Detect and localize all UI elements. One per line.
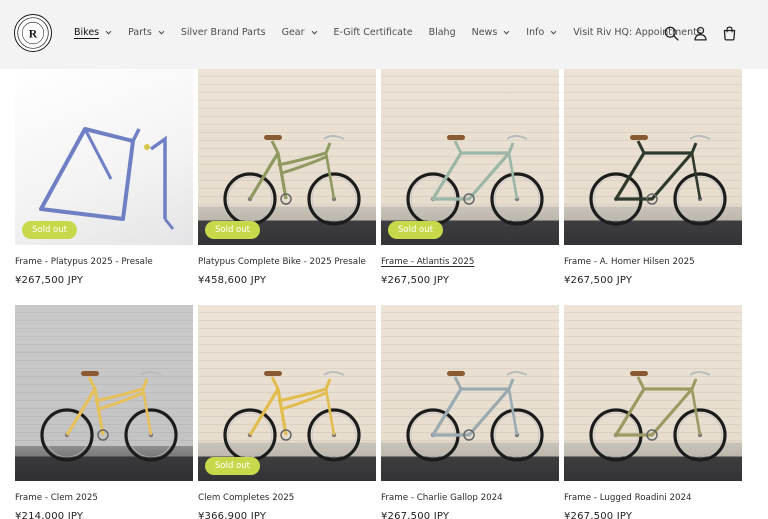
header-icons	[651, 25, 738, 42]
product-title[interactable]: Frame - Atlantis 2025	[381, 257, 474, 267]
search-icon[interactable]	[663, 25, 680, 42]
product-title[interactable]: Frame - A. Homer Hilsen 2025	[564, 257, 695, 267]
nav-item-parts[interactable]: Parts	[128, 27, 165, 38]
product-price: ¥267,500 JPY	[564, 275, 633, 286]
product-title[interactable]: Clem Completes 2025	[198, 493, 294, 503]
product-title[interactable]: Platypus Complete Bike - 2025 Presale	[198, 257, 366, 267]
nav-item-news[interactable]: News	[472, 27, 511, 38]
product-price: ¥214,000 JPY	[15, 511, 84, 519]
nav-item-label: News	[471, 27, 498, 38]
chevron-down-icon	[550, 29, 557, 36]
product-price: ¥267,500 JPY	[564, 511, 633, 519]
chevron-down-icon	[105, 29, 112, 36]
product-title[interactable]: Frame - Clem 2025	[15, 493, 98, 503]
chevron-down-icon	[311, 29, 318, 36]
product-title[interactable]: Frame - Platypus 2025 - Presale	[15, 257, 153, 267]
chevron-down-icon	[503, 29, 510, 36]
nav-item-label: Info	[526, 27, 545, 38]
nav-item-e-gift-certificate[interactable]: E-Gift Certificate	[334, 27, 413, 38]
sold-out-badge: Sold out	[22, 221, 77, 239]
cart-icon[interactable]	[721, 25, 738, 42]
site-header: R Bikes Parts Silver Brand Parts Gear E-Gift…	[0, 0, 768, 69]
nav-item-label: Bikes	[74, 27, 100, 38]
nav-item-label: E-Gift Certificate	[333, 27, 413, 38]
product-image[interactable]	[15, 305, 193, 481]
product-title[interactable]: Frame - Charlie Gallop 2024	[381, 493, 503, 503]
product-image[interactable]	[198, 69, 376, 245]
product-price: ¥267,500 JPY	[381, 275, 450, 286]
product-price: ¥366,900 JPY	[198, 511, 267, 519]
nav-item-label: Gear	[281, 27, 305, 38]
nav-item-label: Blahg	[428, 27, 456, 38]
nav-item-blahg[interactable]: Blahg	[429, 27, 456, 38]
product-price: ¥267,500 JPY	[15, 275, 84, 286]
product-image[interactable]	[381, 305, 559, 481]
product-image[interactable]	[15, 69, 193, 245]
product-price: ¥267,500 JPY	[381, 511, 450, 519]
nav-item-label: Parts	[128, 27, 152, 38]
chevron-down-icon	[158, 29, 165, 36]
nav-item-bikes[interactable]: Bikes	[74, 27, 112, 38]
product-price: ¥458,600 JPY	[198, 275, 267, 286]
sold-out-badge: Sold out	[388, 221, 443, 239]
product-image[interactable]	[198, 305, 376, 481]
main-nav: Bikes Parts Silver Brand Parts Gear E-Gift C…	[74, 27, 702, 38]
riv-logo-icon[interactable]: R	[14, 14, 52, 52]
svg-text:R: R	[29, 28, 38, 41]
product-title[interactable]: Frame - Lugged Roadini 2024	[564, 493, 692, 503]
product-image[interactable]	[564, 305, 742, 481]
nav-item-gear[interactable]: Gear	[282, 27, 318, 38]
product-image[interactable]	[564, 69, 742, 245]
sold-out-badge: Sold out	[205, 457, 260, 475]
account-icon[interactable]	[692, 25, 709, 42]
sold-out-badge: Sold out	[205, 221, 260, 239]
product-image[interactable]	[381, 69, 559, 245]
nav-item-info[interactable]: Info	[526, 27, 557, 38]
nav-item-silver-brand-parts[interactable]: Silver Brand Parts	[181, 27, 266, 38]
nav-item-label: Silver Brand Parts	[180, 27, 266, 38]
